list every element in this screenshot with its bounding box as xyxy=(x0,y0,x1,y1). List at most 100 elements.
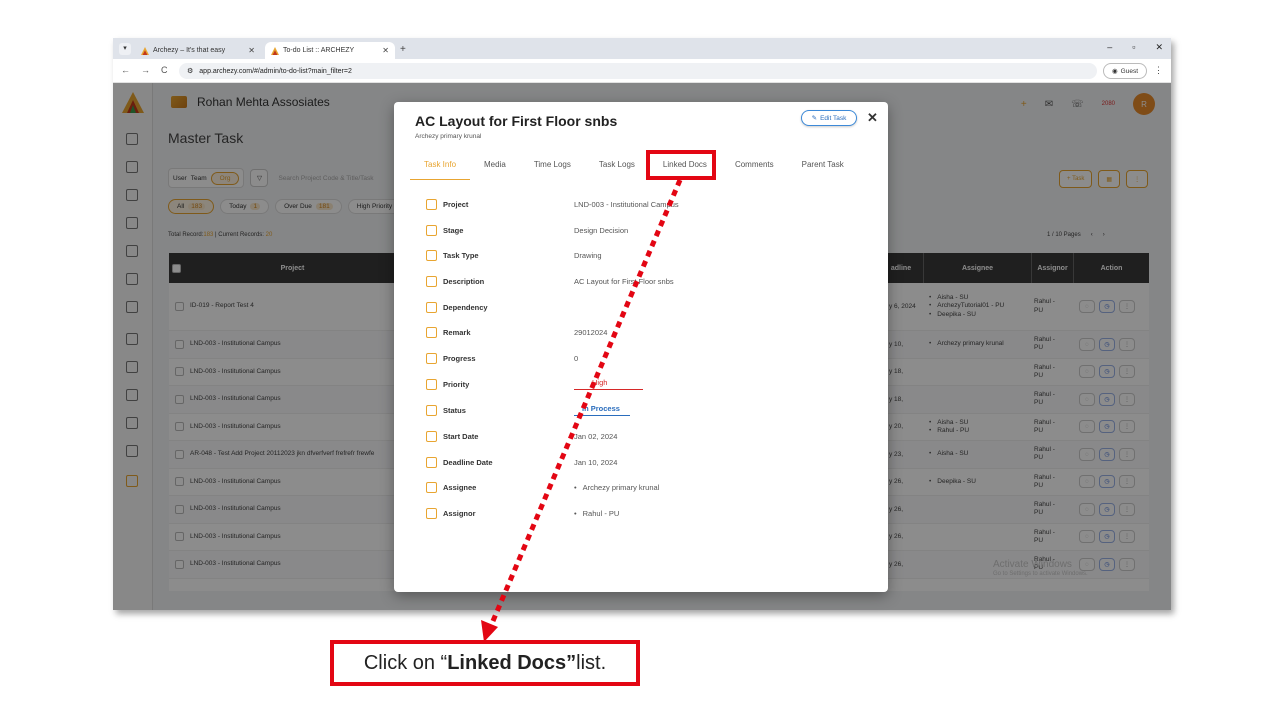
site-info-icon[interactable]: ⚙ xyxy=(187,67,193,75)
field-row: Stage Design Decision xyxy=(426,220,856,240)
modal-tabs: Task Info Media Time Logs Task Logs Link… xyxy=(410,158,858,180)
archezy-logo-icon xyxy=(271,46,279,55)
browser-menu-icon[interactable]: ⋮ xyxy=(1154,65,1163,76)
project-icon xyxy=(426,198,437,210)
field-label: Task Type xyxy=(426,249,479,261)
tab-task-info[interactable]: Task Info xyxy=(410,158,471,180)
back-icon[interactable]: ← xyxy=(121,65,130,75)
field-label-text: Deadline Date xyxy=(443,457,493,467)
tab-todo-list[interactable]: To-do List :: ARCHEZY ✕ xyxy=(265,42,395,59)
callout-prefix: Click on “ xyxy=(363,651,448,674)
field-value: Rahul - PU xyxy=(574,509,620,518)
profile-label: Guest xyxy=(1120,67,1138,75)
maximize-icon[interactable]: ▫ xyxy=(1132,42,1135,53)
edit-task-label: Edit Task xyxy=(820,114,847,122)
field-row: Task Type Drawing xyxy=(426,245,856,265)
field-value: Archezy primary krunal xyxy=(574,483,660,492)
tab-title: Archezy – It's that easy xyxy=(153,47,226,54)
field-row: Deadline Date Jan 10, 2024 xyxy=(426,452,856,472)
field-label: Status xyxy=(426,404,466,416)
tab-comments[interactable]: Comments xyxy=(721,158,788,180)
field-label-text: Assignor xyxy=(443,508,476,518)
progress-icon xyxy=(426,352,437,364)
new-tab-icon[interactable]: + xyxy=(400,44,406,55)
task-detail-modal: AC Layout for First Floor snbs Archezy p… xyxy=(394,102,888,592)
tab-title: To-do List :: ARCHEZY xyxy=(283,47,355,54)
task-type-icon xyxy=(426,249,437,261)
field-label: Deadline Date xyxy=(426,456,493,468)
callout-bold: Linked Docs” xyxy=(447,651,577,674)
field-row: Dependency xyxy=(426,297,856,317)
field-label-text: Dependency xyxy=(443,302,488,312)
field-row: Priority High xyxy=(426,374,856,394)
field-value: In Process xyxy=(574,404,630,416)
field-label-text: Description xyxy=(443,276,485,286)
callout-suffix: list. xyxy=(576,651,607,674)
close-window-icon[interactable]: ✕ xyxy=(1155,42,1163,53)
tab-search-icon[interactable]: ▾ xyxy=(119,43,131,55)
field-row: Remark 29012024 xyxy=(426,322,856,342)
field-label: Description xyxy=(426,275,485,287)
field-row: Assignor Rahul - PU xyxy=(426,503,856,523)
field-label-text: Progress xyxy=(443,353,476,363)
status-icon xyxy=(426,404,437,416)
forward-icon[interactable]: → xyxy=(141,65,150,75)
field-row: Status In Process xyxy=(426,400,856,420)
field-value: Drawing xyxy=(574,250,602,260)
dependency-icon xyxy=(426,301,437,313)
field-value: Design Decision xyxy=(574,225,629,235)
field-label-text: Stage xyxy=(443,225,464,235)
field-row: Project LND-003 - Institutional Campus xyxy=(426,194,856,214)
field-value: LND-003 - Institutional Campus xyxy=(574,199,679,209)
field-label: Assignee xyxy=(426,481,477,493)
instruction-callout: Click on “Linked Docs” list. xyxy=(330,640,640,686)
field-label-text: Task Type xyxy=(443,250,479,260)
field-label-text: Status xyxy=(443,405,466,415)
tab-task-logs[interactable]: Task Logs xyxy=(585,158,649,180)
close-icon[interactable]: ✕ xyxy=(867,110,878,126)
minimize-icon[interactable]: – xyxy=(1107,42,1112,53)
field-row: Start Date Jan 02, 2024 xyxy=(426,426,856,446)
tab-archezy-home[interactable]: Archezy – It's that easy ✕ xyxy=(135,42,261,59)
url-text: app.archezy.com/#/admin/to-do-list?main_… xyxy=(199,67,352,75)
field-label-text: Assignee xyxy=(443,482,477,492)
tab-bar: ▾ Archezy – It's that easy ✕ To-do List … xyxy=(113,38,1171,59)
field-label-text: Project xyxy=(443,199,469,209)
profile-button[interactable]: ◉ Guest xyxy=(1103,63,1147,79)
field-value: 29012024 xyxy=(574,327,608,337)
assignee-icon xyxy=(426,481,437,493)
deadline-date-icon xyxy=(426,456,437,468)
tab-close-icon[interactable]: ✕ xyxy=(248,46,255,55)
field-label: Stage xyxy=(426,224,464,236)
tab-media[interactable]: Media xyxy=(470,158,520,180)
field-value: 0 xyxy=(574,353,579,363)
linked-docs-highlight xyxy=(646,150,716,180)
remark-icon xyxy=(426,326,437,338)
url-input[interactable]: ⚙ app.archezy.com/#/admin/to-do-list?mai… xyxy=(179,63,1097,79)
field-value: AC Layout for First Floor snbs xyxy=(574,276,674,286)
pencil-icon: ✎ xyxy=(811,115,818,122)
stage-icon xyxy=(426,224,437,236)
start-date-icon xyxy=(426,430,437,442)
address-bar: ← → C ⚙ app.archezy.com/#/admin/to-do-li… xyxy=(113,59,1171,83)
tab-time-logs[interactable]: Time Logs xyxy=(520,158,585,180)
field-label: Priority xyxy=(426,378,470,390)
field-label: Assignor xyxy=(426,507,476,519)
archezy-logo-icon xyxy=(141,46,149,55)
field-label-text: Start Date xyxy=(443,431,479,441)
reload-icon[interactable]: C xyxy=(161,65,168,75)
field-label-text: Priority xyxy=(443,379,470,389)
field-label-text: Remark xyxy=(443,327,471,337)
modal-subtitle: Archezy primary krunal xyxy=(415,133,482,140)
field-row: Assignee Archezy primary krunal xyxy=(426,477,856,497)
assignor-icon xyxy=(426,507,437,519)
field-row: Description AC Layout for First Floor snb… xyxy=(426,271,856,291)
tab-parent-task[interactable]: Parent Task xyxy=(788,158,858,180)
field-row: Progress 0 xyxy=(426,348,856,368)
field-value: Jan 02, 2024 xyxy=(574,431,618,441)
edit-task-button[interactable]: ✎ Edit Task xyxy=(801,110,857,126)
field-label: Remark xyxy=(426,326,471,338)
tab-close-icon[interactable]: ✕ xyxy=(382,46,389,55)
window-controls: – ▫ ✕ xyxy=(1107,42,1163,53)
priority-icon xyxy=(426,378,437,390)
